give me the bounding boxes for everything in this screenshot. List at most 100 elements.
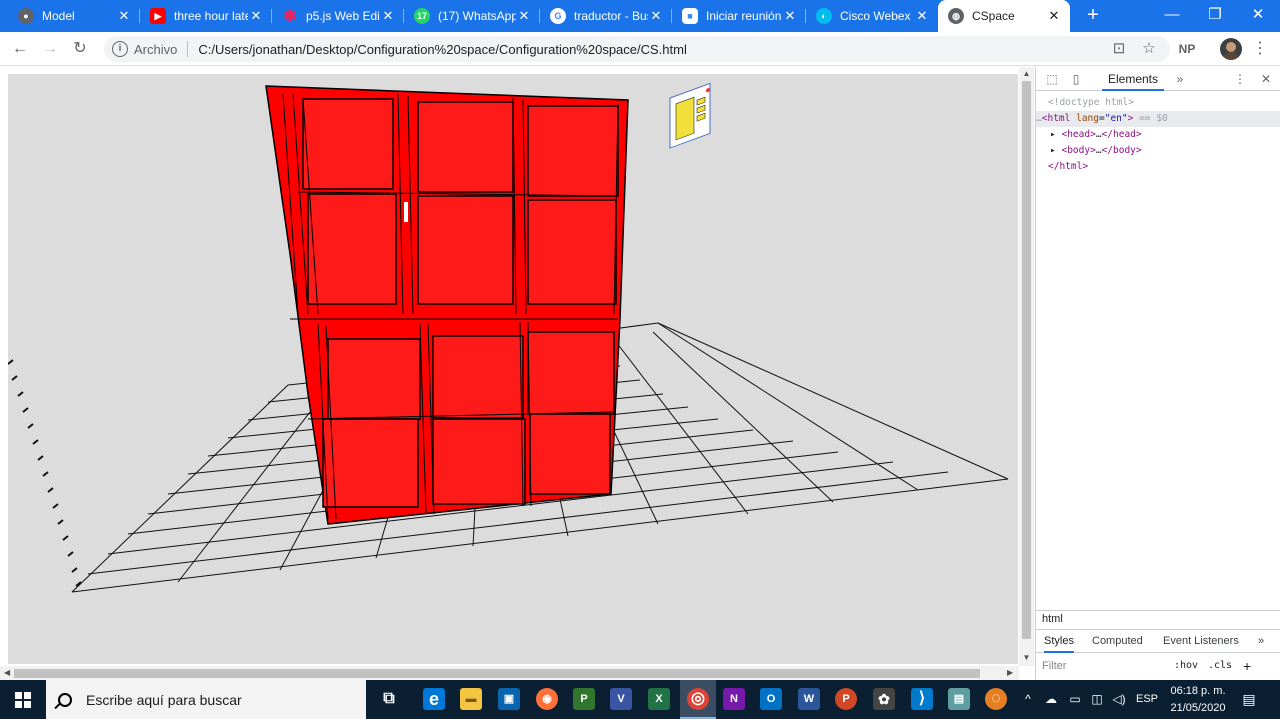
extension-icon[interactable]: NP	[1176, 38, 1198, 60]
new-tab-button[interactable]: +	[1082, 4, 1104, 26]
tab-strip: ● Model ✕ ▶ three hour late ✕ ✱ p5.js We…	[0, 0, 1280, 32]
tab-event-listeners[interactable]: Event Listeners	[1163, 630, 1239, 653]
powerpoint-icon[interactable]: P	[835, 688, 857, 710]
scroll-right-icon[interactable]: ▶	[1007, 666, 1013, 680]
project-icon[interactable]: P	[573, 688, 595, 710]
styles-filter-bar: Filter :hov .cls +	[1036, 654, 1280, 678]
back-button[interactable]: ←	[9, 38, 31, 60]
tab-whatsapp[interactable]: 17 (17) WhatsApp ✕	[404, 0, 540, 32]
word-icon[interactable]: W	[798, 688, 820, 710]
battery-icon[interactable]: ▭	[1066, 680, 1084, 719]
profile-avatar[interactable]	[1220, 38, 1242, 60]
close-icon[interactable]: ✕	[914, 8, 930, 24]
dom-node-html[interactable]: …<html lang="en"> == $0	[1036, 111, 1280, 127]
dom-html-close: </html>	[1048, 161, 1089, 172]
page-viewport	[0, 67, 1036, 680]
start-button[interactable]	[0, 680, 46, 719]
clock-date: 21/05/2020	[1170, 702, 1226, 714]
volume-icon[interactable]: ◁)	[1110, 680, 1128, 719]
file-explorer-icon[interactable]: ▬	[460, 688, 482, 710]
notepad-icon[interactable]: ▤	[948, 688, 970, 710]
address-bar[interactable]: i Archivo C:/Users/jonathan/Desktop/Conf…	[104, 36, 1170, 62]
close-icon[interactable]: ✕	[248, 8, 264, 24]
taskbar-search[interactable]: Escribe aquí para buscar	[46, 680, 366, 719]
devtools-panel: ⬚ ▯ Elements » ⋮ ✕ <!doctype html> …<htm…	[1035, 67, 1280, 680]
firefox-icon[interactable]: ◉	[536, 688, 558, 710]
scroll-up-icon[interactable]: ▲	[1019, 69, 1034, 78]
photos-icon[interactable]: ◌	[985, 688, 1007, 710]
scene-3d	[7, 82, 1009, 593]
tab-p5js[interactable]: ✱ p5.js Web Edito ✕	[272, 0, 404, 32]
edge-icon[interactable]: e	[423, 688, 445, 710]
devtools-menu-icon[interactable]: ⋮	[1232, 71, 1248, 87]
scroll-down-icon[interactable]: ▼	[1019, 653, 1034, 662]
info-icon[interactable]: i	[112, 41, 128, 57]
more-subtabs-icon[interactable]: »	[1258, 630, 1264, 653]
p5-canvas[interactable]	[7, 74, 1018, 664]
network-icon[interactable]: ◫	[1088, 680, 1106, 719]
close-icon[interactable]: ✕	[380, 8, 396, 24]
dom-node-body[interactable]: ▸ <body>…</body>	[1036, 143, 1280, 159]
styles-subtabs: Styles Computed Event Listeners »	[1036, 629, 1280, 653]
outlook-icon[interactable]: O	[760, 688, 782, 710]
visio-icon[interactable]: V	[610, 688, 632, 710]
tab-webex[interactable]: ◐ Cisco Webex M ✕	[806, 0, 938, 32]
close-icon[interactable]: ✕	[516, 8, 532, 24]
reload-button[interactable]: ↻	[69, 38, 91, 60]
tab-model[interactable]: ● Model ✕	[8, 0, 140, 32]
zoom-icon: ■	[682, 8, 698, 24]
tab-youtube[interactable]: ▶ three hour late ✕	[140, 0, 272, 32]
onenote-icon[interactable]: N	[723, 688, 745, 710]
close-icon[interactable]: ✕	[1046, 8, 1062, 24]
close-window-button[interactable]: ✕	[1236, 0, 1280, 30]
chrome-icon[interactable]: ◎	[687, 688, 709, 710]
inspect-icon[interactable]: ⬚	[1044, 71, 1060, 87]
clock[interactable]: 06:18 p. m. 21/05/2020	[1162, 683, 1234, 717]
google-icon: G	[550, 8, 566, 24]
tab-elements[interactable]: Elements	[1102, 67, 1164, 91]
scrollbar-thumb[interactable]	[14, 669, 980, 678]
scrollbar-thumb[interactable]	[1022, 81, 1031, 639]
onedrive-icon[interactable]: ☁	[1042, 680, 1060, 719]
tab-computed[interactable]: Computed	[1092, 630, 1143, 653]
maximize-button[interactable]: ❐	[1193, 0, 1237, 30]
filter-input[interactable]: Filter	[1042, 654, 1066, 678]
tab-cspace[interactable]: ◍ CSpace ✕	[938, 0, 1070, 32]
cls-toggle[interactable]: .cls	[1208, 654, 1232, 678]
excel-icon[interactable]: X	[648, 688, 670, 710]
close-icon[interactable]: ✕	[116, 8, 132, 24]
dom-node-head[interactable]: ▸ <head>…</head>	[1036, 127, 1280, 143]
hov-toggle[interactable]: :hov	[1174, 654, 1198, 678]
forward-button[interactable]: →	[39, 38, 61, 60]
tab-title: (17) WhatsApp	[438, 9, 516, 23]
vscode-icon[interactable]: ⟩	[911, 688, 933, 710]
paint3d-icon[interactable]: ✿	[873, 688, 895, 710]
add-rule-button[interactable]: +	[1243, 654, 1251, 678]
youtube-icon: ▶	[150, 8, 166, 24]
tab-zoom[interactable]: ■ Iniciar reunión ✕	[672, 0, 806, 32]
translate-icon[interactable]: ⊡	[1108, 36, 1130, 62]
vertical-scrollbar[interactable]: ▲ ▼	[1019, 67, 1034, 666]
horizontal-scrollbar[interactable]: ◀ ▶	[0, 666, 1019, 680]
device-toggle-icon[interactable]: ▯	[1068, 71, 1084, 87]
close-icon[interactable]: ✕	[782, 8, 798, 24]
notifications-icon[interactable]: ▤	[1238, 680, 1260, 719]
breadcrumb[interactable]: html	[1036, 610, 1280, 628]
minimize-button[interactable]: —	[1150, 0, 1194, 30]
search-placeholder: Escribe aquí para buscar	[86, 691, 242, 708]
dom-tree: <!doctype html> …<html lang="en"> == $0 …	[1036, 95, 1280, 175]
store-icon[interactable]: ▣	[498, 688, 520, 710]
bookmark-star-icon[interactable]: ☆	[1138, 36, 1160, 62]
scroll-left-icon[interactable]: ◀	[4, 666, 10, 680]
url-text[interactable]: C:/Users/jonathan/Desktop/Configuration%…	[198, 42, 687, 57]
tray-chevron-icon[interactable]: ^	[1020, 680, 1036, 719]
language-indicator[interactable]: ESP	[1134, 680, 1160, 719]
close-icon[interactable]: ✕	[648, 8, 664, 24]
tab-styles[interactable]: Styles	[1044, 630, 1074, 653]
task-view-icon[interactable]: ⧉	[378, 688, 400, 710]
tab-traductor[interactable]: G traductor - Bus ✕	[540, 0, 672, 32]
tab-title: Cisco Webex M	[840, 9, 914, 23]
more-tabs-icon[interactable]: »	[1172, 71, 1188, 87]
menu-icon[interactable]: ⋮	[1252, 38, 1268, 60]
close-icon[interactable]: ✕	[1258, 71, 1274, 87]
